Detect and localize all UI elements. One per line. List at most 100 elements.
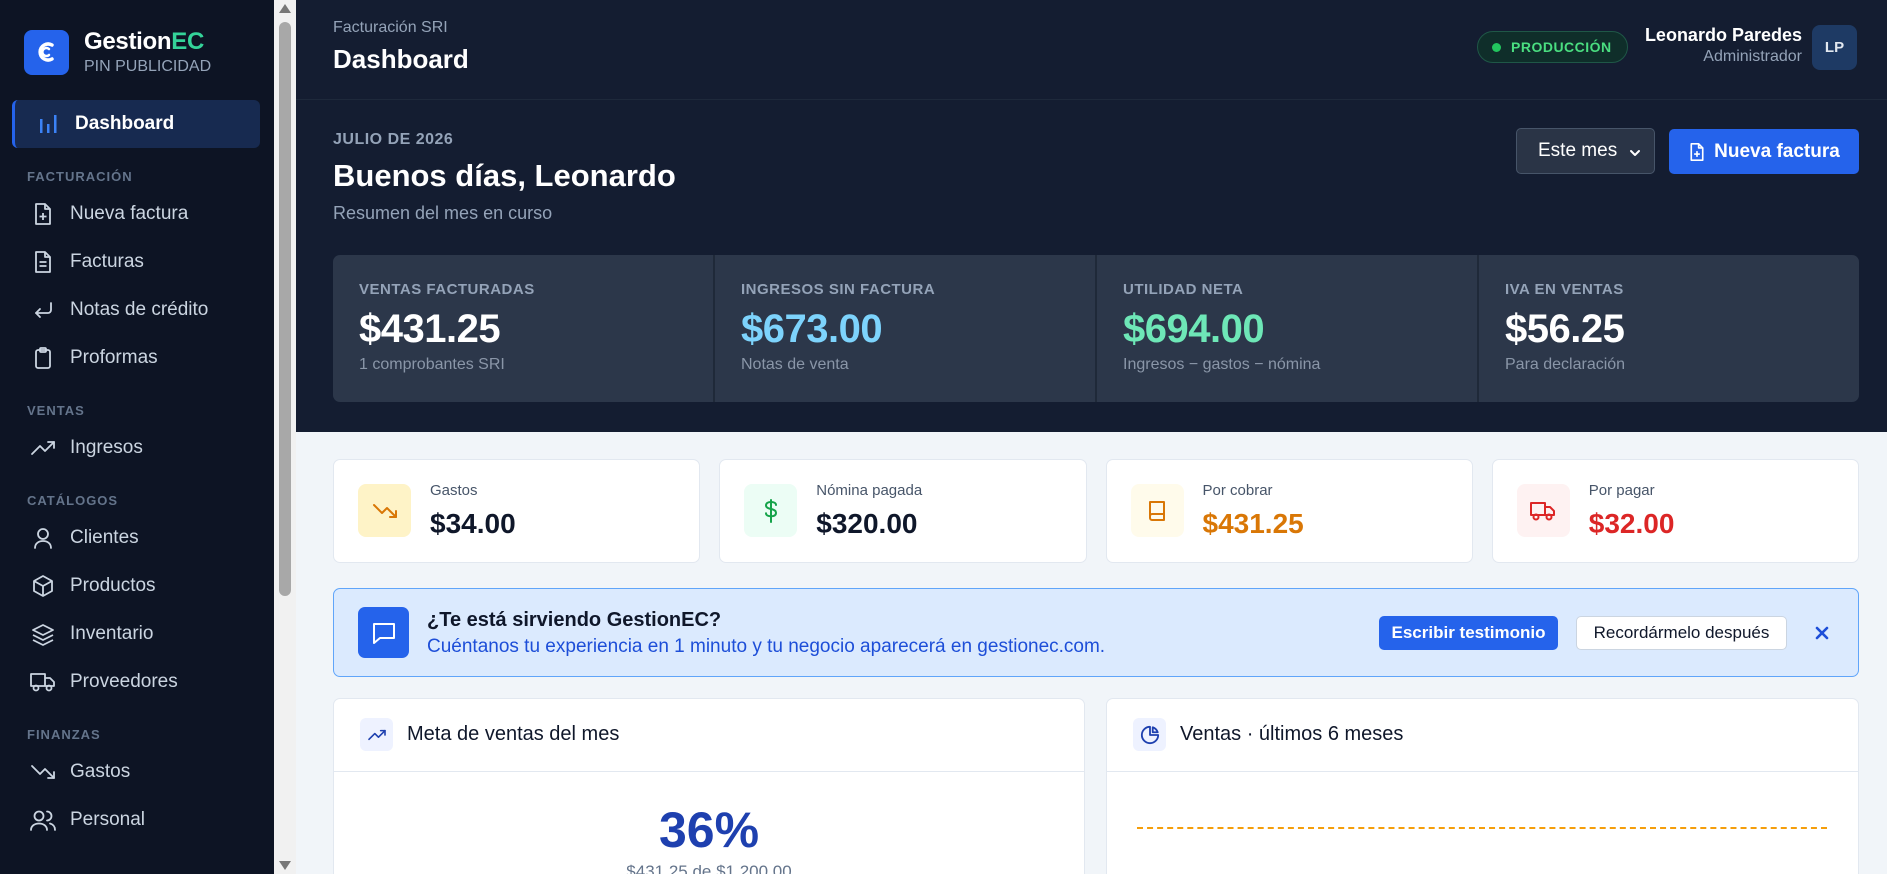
kpi-strip: VENTAS FACTURADAS $431.25 1 comprobantes… <box>333 255 1859 402</box>
goal-subtitle: $431.25 de $1,200.00 <box>626 862 792 874</box>
kpi-value: $56.25 <box>1505 307 1625 351</box>
period-select-value: Este mes <box>1538 140 1618 161</box>
period-select[interactable]: Este mes <box>1516 128 1655 174</box>
remind-later-button[interactable]: Recordármelo después <box>1576 616 1787 650</box>
user-role: Administrador <box>1703 48 1802 65</box>
sidebar-item-label: Proformas <box>70 347 158 368</box>
card-por-cobrar[interactable]: Por cobrar $431.25 <box>1105 459 1473 563</box>
card-label: Por pagar <box>1588 482 1655 499</box>
kpi-ingresos-sin-factura: INGRESOS SIN FACTURA $673.00 Notas de ve… <box>715 255 1097 402</box>
summary-cards: Gastos $34.00 Nómina pagada $320.00 Por … <box>333 459 1859 563</box>
scroll-down-arrow-icon[interactable] <box>279 861 291 870</box>
sidebar-item-label: Facturas <box>70 251 144 272</box>
brand-name: GestionEC <box>84 28 204 55</box>
sidebar-scrollbar[interactable] <box>274 0 296 874</box>
layers-icon <box>30 621 56 647</box>
bar-chart-icon <box>35 111 61 137</box>
file-plus-icon <box>1688 142 1706 162</box>
greeting: Buenos días, Leonardo <box>333 158 676 193</box>
current-period: JULIO DE 2026 <box>333 131 454 148</box>
panel-title: Meta de ventas del mes <box>407 723 620 745</box>
card-label: Por cobrar <box>1202 482 1273 499</box>
kpi-label: IVA EN VENTAS <box>1505 281 1624 298</box>
card-label: Gastos <box>430 482 478 499</box>
card-value: $34.00 <box>430 508 516 539</box>
sidebar-item-ingresos[interactable]: Ingresos <box>0 424 274 472</box>
sidebar-item-productos[interactable]: Productos <box>0 562 274 610</box>
greeting-subtitle: Resumen del mes en curso <box>333 203 553 223</box>
environment-badge-label: PRODUCCIÓN <box>1511 39 1612 55</box>
trending-up-icon <box>360 718 393 751</box>
pie-chart-icon <box>1133 718 1166 751</box>
sidebar-item-nueva-factura[interactable]: Nueva factura <box>0 190 274 238</box>
truck-icon <box>1516 484 1570 537</box>
kpi-label: INGRESOS SIN FACTURA <box>741 281 936 298</box>
card-label: Nómina pagada <box>816 482 923 499</box>
sidebar-item-facturas[interactable]: Facturas <box>0 238 274 286</box>
file-plus-icon <box>30 201 56 227</box>
sidebar-nav: Dashboard FACTURACIÓN Nueva factura Fact… <box>0 100 274 844</box>
card-nomina[interactable]: Nómina pagada $320.00 <box>719 459 1087 563</box>
brand-subtitle: PIN PUBLICIDAD <box>84 58 212 75</box>
message-square-icon <box>358 607 409 658</box>
kpi-value: $694.00 <box>1123 307 1265 351</box>
sidebar-item-dashboard[interactable]: Dashboard <box>12 100 260 148</box>
clipboard-icon <box>30 345 56 371</box>
panel-header: Ventas · últimos 6 meses <box>1107 699 1858 772</box>
sidebar: GestionEC PIN PUBLICIDAD Dashboard FACTU… <box>0 0 274 874</box>
users-icon <box>30 807 56 833</box>
topbar: Facturación SRI Dashboard PRODUCCIÓN Leo… <box>296 0 1887 100</box>
chevron-down-icon <box>1628 144 1642 166</box>
kpi-sub: Notas de venta <box>741 356 849 373</box>
card-gastos[interactable]: Gastos $34.00 <box>333 459 701 563</box>
scroll-thumb[interactable] <box>279 22 291 596</box>
sidebar-item-proveedores[interactable]: Proveedores <box>0 658 274 706</box>
kpi-label: UTILIDAD NETA <box>1123 281 1244 298</box>
sidebar-item-inventario[interactable]: Inventario <box>0 610 274 658</box>
book-icon <box>1130 484 1184 537</box>
sidebar-section-finanzas: FINANZAS <box>27 727 101 742</box>
goal-percent: 36% <box>658 802 760 858</box>
sidebar-item-notas-credito[interactable]: Notas de crédito <box>0 286 274 334</box>
close-icon[interactable] <box>1810 621 1834 645</box>
banner-text: Cuéntanos tu experiencia en 1 minuto y t… <box>427 636 1106 657</box>
sidebar-item-clientes[interactable]: Clientes <box>0 514 274 562</box>
kpi-sub: 1 comprobantes SRI <box>359 356 505 373</box>
new-invoice-button[interactable]: Nueva factura <box>1669 129 1859 174</box>
sidebar-item-personal[interactable]: Personal <box>0 796 274 844</box>
sidebar-section-ventas: VENTAS <box>27 403 85 418</box>
testimonial-banner: ¿Te está sirviendo GestionEC? Cuéntanos … <box>333 588 1859 677</box>
kpi-utilidad-neta: UTILIDAD NETA $694.00 Ingresos − gastos … <box>1097 255 1479 402</box>
user-icon <box>30 525 56 551</box>
sidebar-item-gastos[interactable]: Gastos <box>0 748 274 796</box>
kpi-sub: Para declaración <box>1505 356 1626 373</box>
kpi-iva-ventas: IVA EN VENTAS $56.25 Para declaración <box>1479 255 1859 402</box>
avatar[interactable]: LP <box>1812 25 1857 70</box>
truck-icon <box>30 669 56 695</box>
trending-down-icon <box>358 484 411 537</box>
sidebar-item-label: Personal <box>70 809 145 830</box>
kpi-label: VENTAS FACTURADAS <box>359 281 535 298</box>
status-dot-icon <box>1492 42 1501 52</box>
trending-down-icon <box>30 759 56 785</box>
card-value: $32.00 <box>1588 508 1675 539</box>
sidebar-item-label: Nueva factura <box>70 203 189 224</box>
write-testimonial-button[interactable]: Escribir testimonio <box>1379 616 1558 650</box>
brand[interactable]: GestionEC PIN PUBLICIDAD <box>24 28 211 76</box>
sidebar-item-label: Inventario <box>70 623 154 644</box>
kpi-ventas-facturadas: VENTAS FACTURADAS $431.25 1 comprobantes… <box>333 255 715 402</box>
sidebar-item-label: Dashboard <box>75 113 175 134</box>
box-icon <box>30 573 56 599</box>
scroll-up-arrow-icon[interactable] <box>279 4 291 13</box>
sidebar-item-proformas[interactable]: Proformas <box>0 334 274 382</box>
breadcrumb[interactable]: Facturación SRI <box>333 19 448 37</box>
card-value: $431.25 <box>1202 508 1304 539</box>
card-value: $320.00 <box>816 508 918 539</box>
brand-logo-icon <box>24 29 69 75</box>
user-name: Leonardo Paredes <box>1644 25 1802 45</box>
sidebar-item-label: Productos <box>70 575 156 596</box>
card-por-pagar[interactable]: Por pagar $32.00 <box>1491 459 1859 563</box>
sales-history-panel: Ventas · últimos 6 meses <box>1106 698 1859 874</box>
panel-header: Meta de ventas del mes <box>334 699 1084 772</box>
chart-goal-line <box>1137 827 1827 829</box>
